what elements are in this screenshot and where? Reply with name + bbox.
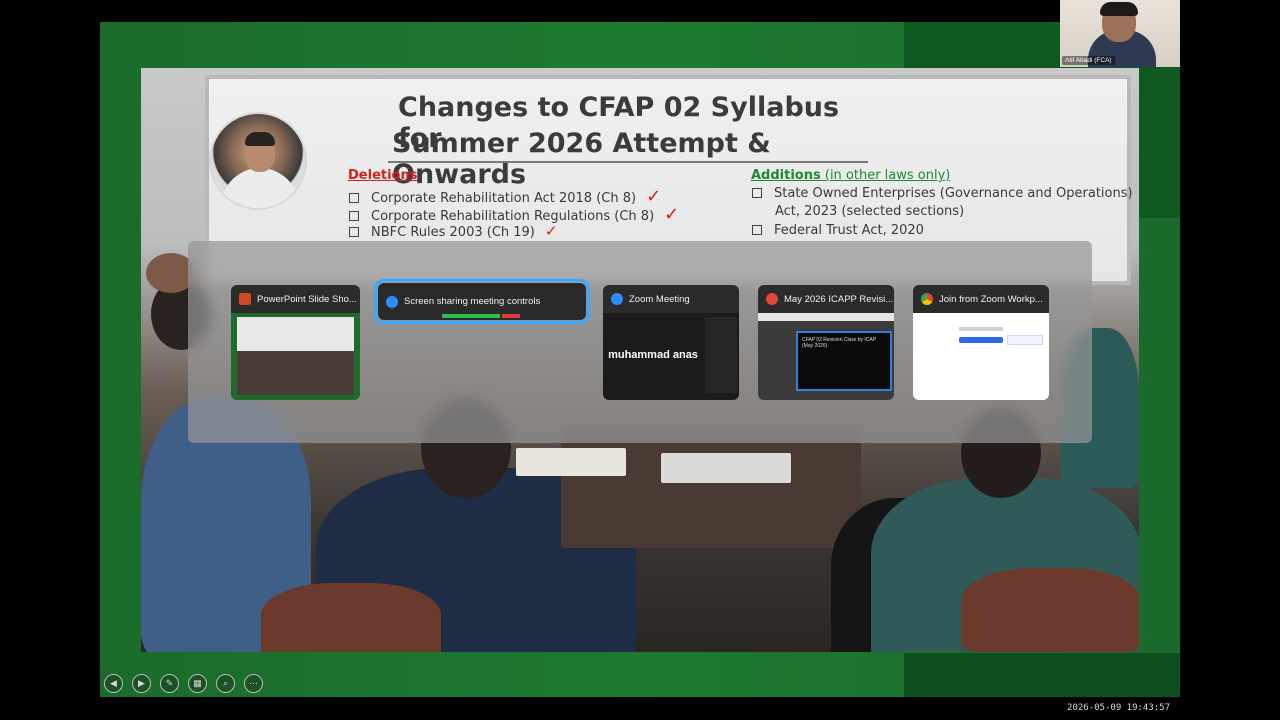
presenter-hair bbox=[245, 132, 275, 146]
window-title: Join from Zoom Workp... bbox=[939, 293, 1043, 305]
addition-item: Federal Trust Act, 2020 bbox=[752, 223, 924, 238]
timestamp: 2026-05-09 19:43:57 bbox=[1067, 703, 1170, 713]
window-title: PowerPoint Slide Sho... bbox=[257, 293, 357, 305]
thumb-classroom bbox=[237, 351, 354, 395]
screen: Changes to CFAP 02 Syllabus for Summer 2… bbox=[0, 0, 1280, 720]
additions-note: (in other laws only) bbox=[820, 168, 951, 183]
thumb-slide: CFAP 02 Revision Class by ICAP (May 2026… bbox=[796, 331, 892, 391]
window-title: Zoom Meeting bbox=[629, 293, 690, 305]
switcher-window-chrome[interactable]: Join from Zoom Workp... bbox=[913, 285, 1049, 400]
deletions-heading: Deletions bbox=[348, 168, 417, 183]
pointer-icon[interactable]: ▶ bbox=[132, 674, 151, 693]
deletion-item-text: NBFC Rules 2003 (Ch 19) bbox=[371, 225, 535, 240]
checkbox-icon bbox=[349, 193, 359, 203]
sharing-status-bar bbox=[442, 314, 500, 318]
window-thumbnail bbox=[913, 313, 1049, 400]
thumb-whiteboard bbox=[237, 317, 354, 353]
books bbox=[516, 448, 626, 476]
thumb-toolbar bbox=[758, 313, 894, 321]
thumb-button bbox=[959, 337, 1003, 343]
addition-item-text: Act, 2023 (selected sections) bbox=[775, 204, 965, 219]
checkbox-icon bbox=[349, 211, 359, 221]
window-title-bar: May 2026 ICAPP Revisi... bbox=[758, 285, 894, 313]
window-thumbnail: CFAP 02 Revision Class by ICAP (May 2026… bbox=[758, 313, 894, 400]
chrome-icon bbox=[921, 293, 933, 305]
title-underline bbox=[388, 161, 868, 163]
checkbox-icon bbox=[752, 188, 762, 198]
addition-item-text: Federal Trust Act, 2020 bbox=[774, 223, 924, 238]
checkbox-icon bbox=[349, 227, 359, 237]
zoom-icon bbox=[386, 295, 398, 308]
presenter-shirt bbox=[221, 168, 299, 208]
checkmark-icon: ✓ bbox=[544, 222, 558, 240]
chair bbox=[961, 568, 1139, 652]
checkbox-icon bbox=[752, 225, 762, 235]
slides-icon[interactable]: ▦ bbox=[188, 674, 207, 693]
additions-heading-text: Additions bbox=[751, 168, 821, 183]
zoom-icon bbox=[611, 293, 623, 305]
switcher-window-powerpoint[interactable]: PowerPoint Slide Sho... bbox=[231, 285, 360, 400]
deletion-item: NBFC Rules 2003 (Ch 19) ✓ bbox=[349, 222, 557, 240]
pen-icon[interactable]: ✎ bbox=[160, 674, 179, 693]
chair bbox=[261, 583, 441, 652]
participant-name-label: Atif Abadi (FCA) bbox=[1062, 56, 1115, 65]
addition-item-continued: Act, 2023 (selected sections) bbox=[775, 204, 964, 219]
window-title: May 2026 ICAPP Revisi... bbox=[784, 293, 894, 305]
video-person-hair bbox=[1100, 2, 1138, 16]
slideshow-toolbar: ◀ ▶ ✎ ▦ ⌕ ⋯ bbox=[104, 674, 263, 693]
more-icon[interactable]: ⋯ bbox=[244, 674, 263, 693]
self-video-tile[interactable]: Atif Abadi (FCA) bbox=[1060, 0, 1180, 67]
table bbox=[561, 428, 861, 548]
window-title: Screen sharing meeting controls bbox=[404, 296, 541, 307]
window-title-bar: Zoom Meeting bbox=[603, 285, 739, 313]
switcher-window-pdf[interactable]: May 2026 ICAPP Revisi... CFAP 02 Revisio… bbox=[758, 285, 894, 400]
participant-name: muhammad anas bbox=[608, 349, 698, 361]
slide-background-shape bbox=[904, 653, 1180, 697]
window-thumbnail: muhammad anas bbox=[603, 313, 739, 400]
window-thumbnail bbox=[231, 313, 360, 400]
presenter-photo bbox=[209, 112, 307, 210]
checkmark-icon: ✓ bbox=[664, 204, 680, 225]
prev-icon[interactable]: ◀ bbox=[104, 674, 123, 693]
powerpoint-icon bbox=[239, 293, 251, 305]
addition-item: State Owned Enterprises (Governance and … bbox=[752, 186, 1133, 201]
addition-item-text: State Owned Enterprises (Governance and … bbox=[774, 186, 1133, 201]
zoom-icon[interactable]: ⌕ bbox=[216, 674, 235, 693]
window-title-bar: Join from Zoom Workp... bbox=[913, 285, 1049, 313]
additions-heading: Additions (in other laws only) bbox=[751, 168, 950, 183]
deletions-heading-text: Deletions bbox=[348, 168, 418, 183]
thumb-text bbox=[959, 327, 1003, 331]
books bbox=[661, 453, 791, 483]
switcher-window-zoom-meeting[interactable]: Zoom Meeting muhammad anas bbox=[603, 285, 739, 400]
pdf-icon bbox=[766, 293, 778, 305]
participants-panel bbox=[705, 317, 737, 393]
thumb-box bbox=[1007, 335, 1043, 345]
window-title-bar: PowerPoint Slide Sho... bbox=[231, 285, 360, 313]
stop-share-button bbox=[502, 314, 520, 318]
